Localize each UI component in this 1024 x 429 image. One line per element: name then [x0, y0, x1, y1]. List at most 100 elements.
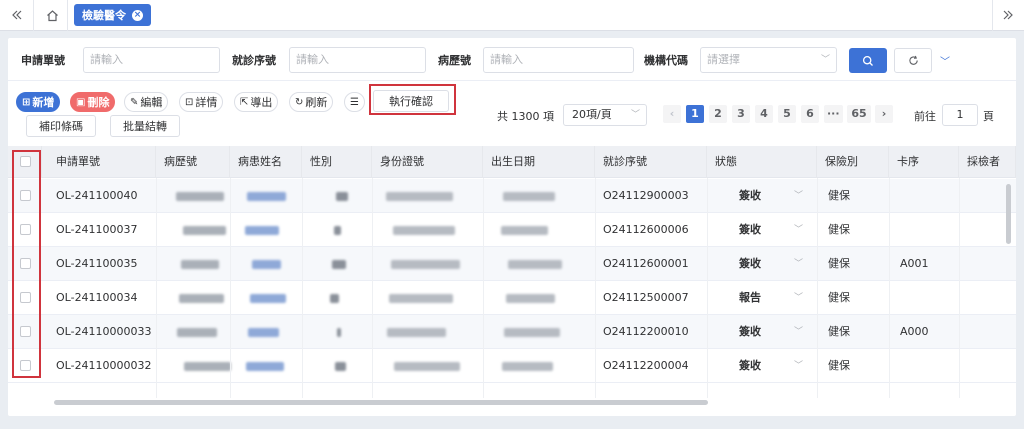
redacted-value: [394, 362, 460, 371]
page-1[interactable]: 1: [686, 105, 704, 123]
redacted-value: [247, 192, 286, 201]
page-5[interactable]: 5: [778, 105, 796, 123]
cell-visit-no: O24112500007: [603, 291, 689, 304]
col-patient-name[interactable]: 病患姓名: [230, 146, 302, 178]
expand-search-chevron-icon[interactable]: ﹀: [940, 53, 950, 68]
page-4[interactable]: 4: [755, 105, 773, 123]
chevron-down-icon[interactable]: ﹀: [794, 281, 803, 315]
col-id-no[interactable]: 身份證號: [372, 146, 483, 178]
expand-tabs-icon[interactable]: [997, 4, 1019, 26]
col-visit-no[interactable]: 就診序號: [595, 146, 707, 178]
cell-status[interactable]: 簽收: [707, 179, 807, 213]
col-card-seq[interactable]: 卡序: [889, 146, 959, 178]
page-last[interactable]: 65: [847, 105, 871, 123]
print-barcode-button[interactable]: 補印條碼: [26, 115, 96, 137]
delete-button[interactable]: ▣ 刪除: [70, 92, 116, 112]
confirm-highlight-box: [369, 84, 456, 115]
visit-no-input[interactable]: 請輸入: [289, 47, 426, 73]
chevron-down-icon: ﹀: [820, 55, 830, 65]
col-collector[interactable]: 採檢者: [959, 146, 1016, 178]
search-button[interactable]: [849, 48, 887, 73]
chevron-down-icon[interactable]: ﹀: [794, 213, 803, 247]
reset-button[interactable]: [894, 48, 932, 73]
redacted-value: [330, 294, 339, 303]
page-size-select[interactable]: 20項/頁 ﹀: [563, 104, 647, 126]
col-status[interactable]: 狀態: [707, 146, 817, 178]
col-chart-no[interactable]: 病歷號: [156, 146, 230, 178]
redacted-value: [503, 192, 555, 201]
table-row[interactable]: OL-24110000032 O24112200004 簽收 健保 ﹀: [8, 349, 1016, 383]
page-6[interactable]: 6: [801, 105, 819, 123]
checkbox-column-highlight: [12, 150, 41, 378]
redacted-value: [506, 294, 555, 303]
cell-insurance: 健保: [828, 325, 850, 338]
cell-card-seq: [889, 281, 959, 315]
chevron-down-icon[interactable]: ﹀: [794, 247, 803, 281]
pagination-total: 共 1300 項: [497, 110, 554, 123]
redacted-value: [179, 294, 224, 303]
export-icon: ⇱: [240, 96, 249, 108]
vertical-scrollbar[interactable]: [1006, 184, 1011, 244]
col-insurance[interactable]: 保險別: [817, 146, 889, 178]
cell-order-no: OL-24110000032: [56, 359, 152, 372]
page-3[interactable]: 3: [732, 105, 750, 123]
col-order-no[interactable]: 申請單號: [42, 146, 156, 178]
cell-status[interactable]: 簽收: [707, 349, 807, 383]
cell-status[interactable]: 報告: [707, 281, 807, 315]
redacted-value: [184, 362, 231, 371]
redacted-value: [501, 226, 548, 235]
order-no-input[interactable]: 請輸入: [83, 47, 220, 73]
goto-unit: 頁: [983, 110, 994, 123]
batch-transfer-button[interactable]: 批量結轉: [110, 115, 180, 137]
chevron-down-icon[interactable]: ﹀: [794, 349, 803, 383]
prev-page-icon[interactable]: ‹: [663, 105, 681, 123]
redacted-value: [336, 192, 348, 201]
page-2[interactable]: 2: [709, 105, 727, 123]
table-row[interactable]: OL-24110000033 O24112200010 簽收 健保 A000 ﹀: [8, 315, 1016, 349]
chart-no-input[interactable]: 請輸入: [483, 47, 634, 73]
cell-order-no: OL-241100034: [56, 291, 138, 304]
redacted-value: [250, 294, 286, 303]
cell-card-seq: [889, 349, 959, 383]
table-row[interactable]: OL-241100035 O24112600001 簽收 健保 A001 ﹀: [8, 247, 1016, 281]
redacted-value: [246, 362, 284, 371]
org-code-select[interactable]: 請選擇 ﹀: [700, 47, 837, 73]
goto-page-input[interactable]: 1: [942, 104, 978, 126]
cell-card-seq: A001: [900, 257, 929, 270]
goto-label: 前往: [914, 110, 936, 123]
table-row[interactable]: OL-241100040 O24112900003 簽收 健保 ﹀: [8, 179, 1016, 213]
add-button[interactable]: ⊞ 新增: [16, 92, 61, 112]
refresh-label: 刷新: [305, 96, 328, 109]
cell-status[interactable]: 簽收: [707, 247, 807, 281]
col-birth-date[interactable]: 出生日期: [483, 146, 595, 178]
table-row[interactable]: OL-241100037 O24112600006 簽收 健保 ﹀: [8, 213, 1016, 247]
search-form: 申請單號 請輸入 就診序號 請輸入 病歷號 請輸入 機構代碼 請選擇 ﹀ ﹀: [8, 46, 1016, 74]
chevron-down-icon[interactable]: ﹀: [794, 315, 803, 349]
chevron-down-icon[interactable]: ﹀: [794, 179, 803, 213]
cell-order-no: OL-241100040: [56, 189, 138, 202]
edit-button[interactable]: ✎ 編輯: [124, 92, 169, 112]
redacted-value: [335, 362, 346, 371]
collapse-sidebar-icon[interactable]: [6, 4, 28, 26]
home-icon[interactable]: [41, 4, 63, 26]
cell-status[interactable]: 簽收: [707, 315, 807, 349]
cell-visit-no: O24112600006: [603, 223, 689, 236]
tab-lab-order[interactable]: 檢驗醫令 ×: [74, 4, 151, 26]
redacted-value: [337, 328, 341, 337]
refresh-list-button[interactable]: ↻ 刷新: [289, 92, 334, 112]
column-settings-button[interactable]: ☰: [344, 92, 365, 112]
col-gender[interactable]: 性別: [302, 146, 372, 178]
add-label: 新增: [32, 96, 55, 109]
next-page-icon[interactable]: ›: [875, 105, 893, 123]
cell-status[interactable]: 簽收: [707, 213, 807, 247]
cell-card-seq: A000: [900, 325, 929, 338]
horizontal-scrollbar[interactable]: [54, 400, 708, 405]
details-button[interactable]: ⊡ 詳情: [179, 92, 224, 112]
export-button[interactable]: ⇱ 導出: [234, 92, 279, 112]
page-ellipsis[interactable]: ···: [824, 105, 843, 123]
org-code-label: 機構代碼: [644, 54, 688, 67]
redacted-value: [183, 226, 226, 235]
page-size-value: 20項/頁: [572, 108, 612, 121]
table-row[interactable]: OL-241100034 O24112500007 報告 健保 ﹀: [8, 281, 1016, 315]
tab-close-icon[interactable]: ×: [132, 9, 143, 21]
